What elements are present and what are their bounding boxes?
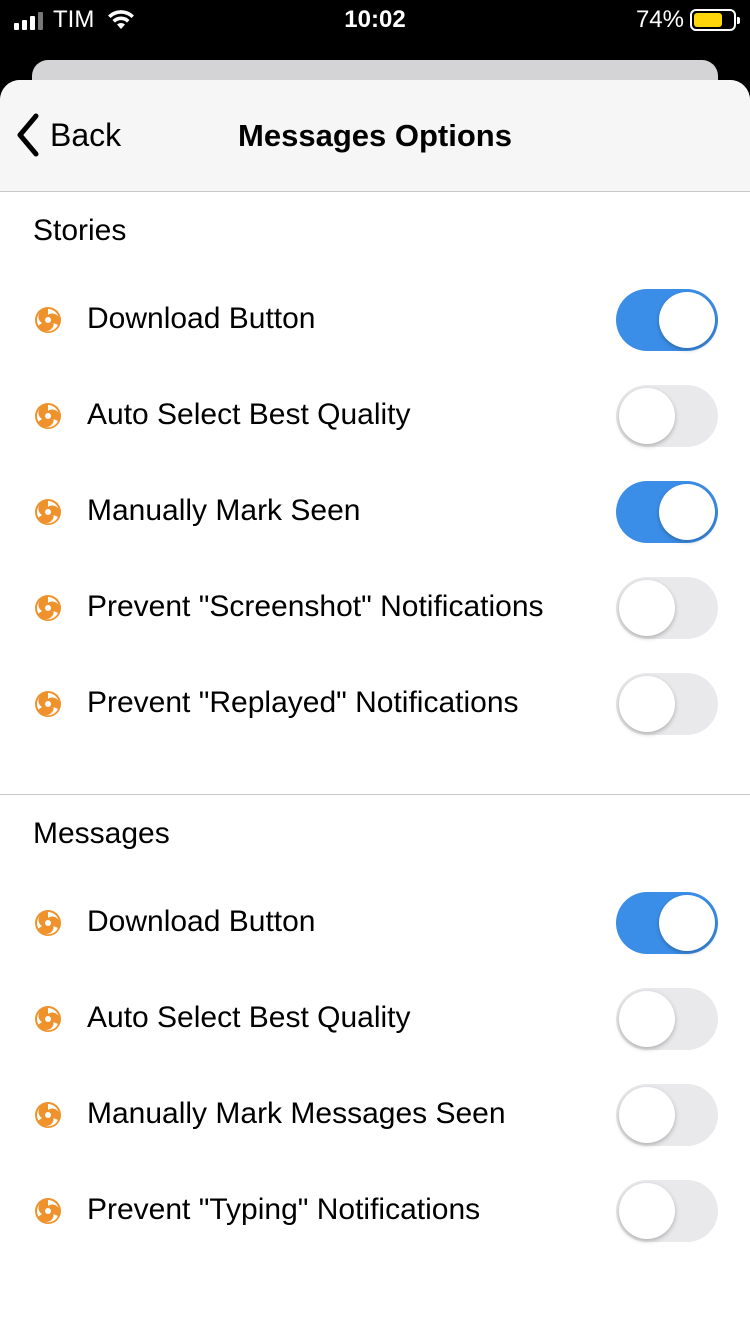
toggle-knob (619, 1183, 675, 1239)
setting-label: Manually Mark Seen (87, 494, 361, 527)
setting-toggle[interactable] (616, 1180, 718, 1242)
toggle-knob (619, 676, 675, 732)
tweak-logo-icon (34, 690, 62, 718)
page-title: Messages Options (238, 118, 512, 153)
tweak-logo-icon (34, 594, 62, 622)
toggle-knob (619, 580, 675, 636)
options-sheet: Back Messages Options Stories Download Bu… (0, 80, 750, 1334)
tweak-logo-icon (34, 1101, 62, 1129)
setting-toggle[interactable] (616, 988, 718, 1050)
setting-row: Prevent "Replayed" Notifications (0, 656, 750, 752)
status-right: 74% (635, 6, 740, 34)
toggle-knob (619, 1087, 675, 1143)
setting-toggle[interactable] (616, 289, 718, 351)
setting-label: Prevent "Screenshot" Notifications (87, 590, 544, 623)
section-header: Messages (33, 817, 170, 850)
setting-label: Prevent "Replayed" Notifications (87, 686, 519, 719)
toggle-knob (619, 991, 675, 1047)
section-messages: Messages Download Button Auto Select Best … (0, 795, 750, 1259)
setting-label: Prevent "Typing" Notifications (87, 1193, 481, 1226)
setting-row: Manually Mark Seen (0, 464, 750, 560)
setting-row: Prevent "Typing" Notifications (0, 1163, 750, 1259)
tweak-logo-icon (34, 909, 62, 937)
setting-row: Download Button (0, 875, 750, 971)
setting-row: Auto Select Best Quality (0, 971, 750, 1067)
tweak-logo-icon (34, 402, 62, 430)
setting-toggle[interactable] (616, 1084, 718, 1146)
tweak-logo-icon (34, 498, 62, 526)
setting-row: Download Button (0, 272, 750, 368)
settings-list: Stories Download Button Auto Select Best Q… (0, 192, 750, 1259)
section-header: Stories (33, 214, 127, 247)
setting-label: Auto Select Best Quality (87, 398, 411, 431)
setting-row: Manually Mark Messages Seen (0, 1067, 750, 1163)
navigation-bar: Back Messages Options (0, 80, 750, 192)
setting-row: Auto Select Best Quality (0, 368, 750, 464)
setting-row: Prevent "Screenshot" Notifications (0, 560, 750, 656)
setting-toggle[interactable] (616, 892, 718, 954)
toggle-knob (659, 484, 715, 540)
status-bar: TIM 10:02 74% (0, 0, 750, 40)
toggle-knob (659, 895, 715, 951)
section-stories: Stories Download Button Auto Select Best Q… (0, 192, 750, 752)
battery-level (694, 13, 723, 27)
tweak-logo-icon (34, 306, 62, 334)
setting-label: Download Button (87, 905, 316, 938)
toggle-knob (619, 388, 675, 444)
setting-label: Manually Mark Messages Seen (87, 1097, 506, 1130)
tweak-logo-icon (34, 1005, 62, 1033)
setting-label: Download Button (87, 302, 316, 335)
tweak-logo-icon (34, 1197, 62, 1225)
setting-label: Auto Select Best Quality (87, 1001, 411, 1034)
setting-toggle[interactable] (616, 385, 718, 447)
setting-toggle[interactable] (616, 481, 718, 543)
setting-toggle[interactable] (616, 577, 718, 639)
battery-icon (690, 9, 740, 31)
toggle-knob (659, 292, 715, 348)
battery-percent: 74% (635, 6, 684, 33)
setting-toggle[interactable] (616, 673, 718, 735)
